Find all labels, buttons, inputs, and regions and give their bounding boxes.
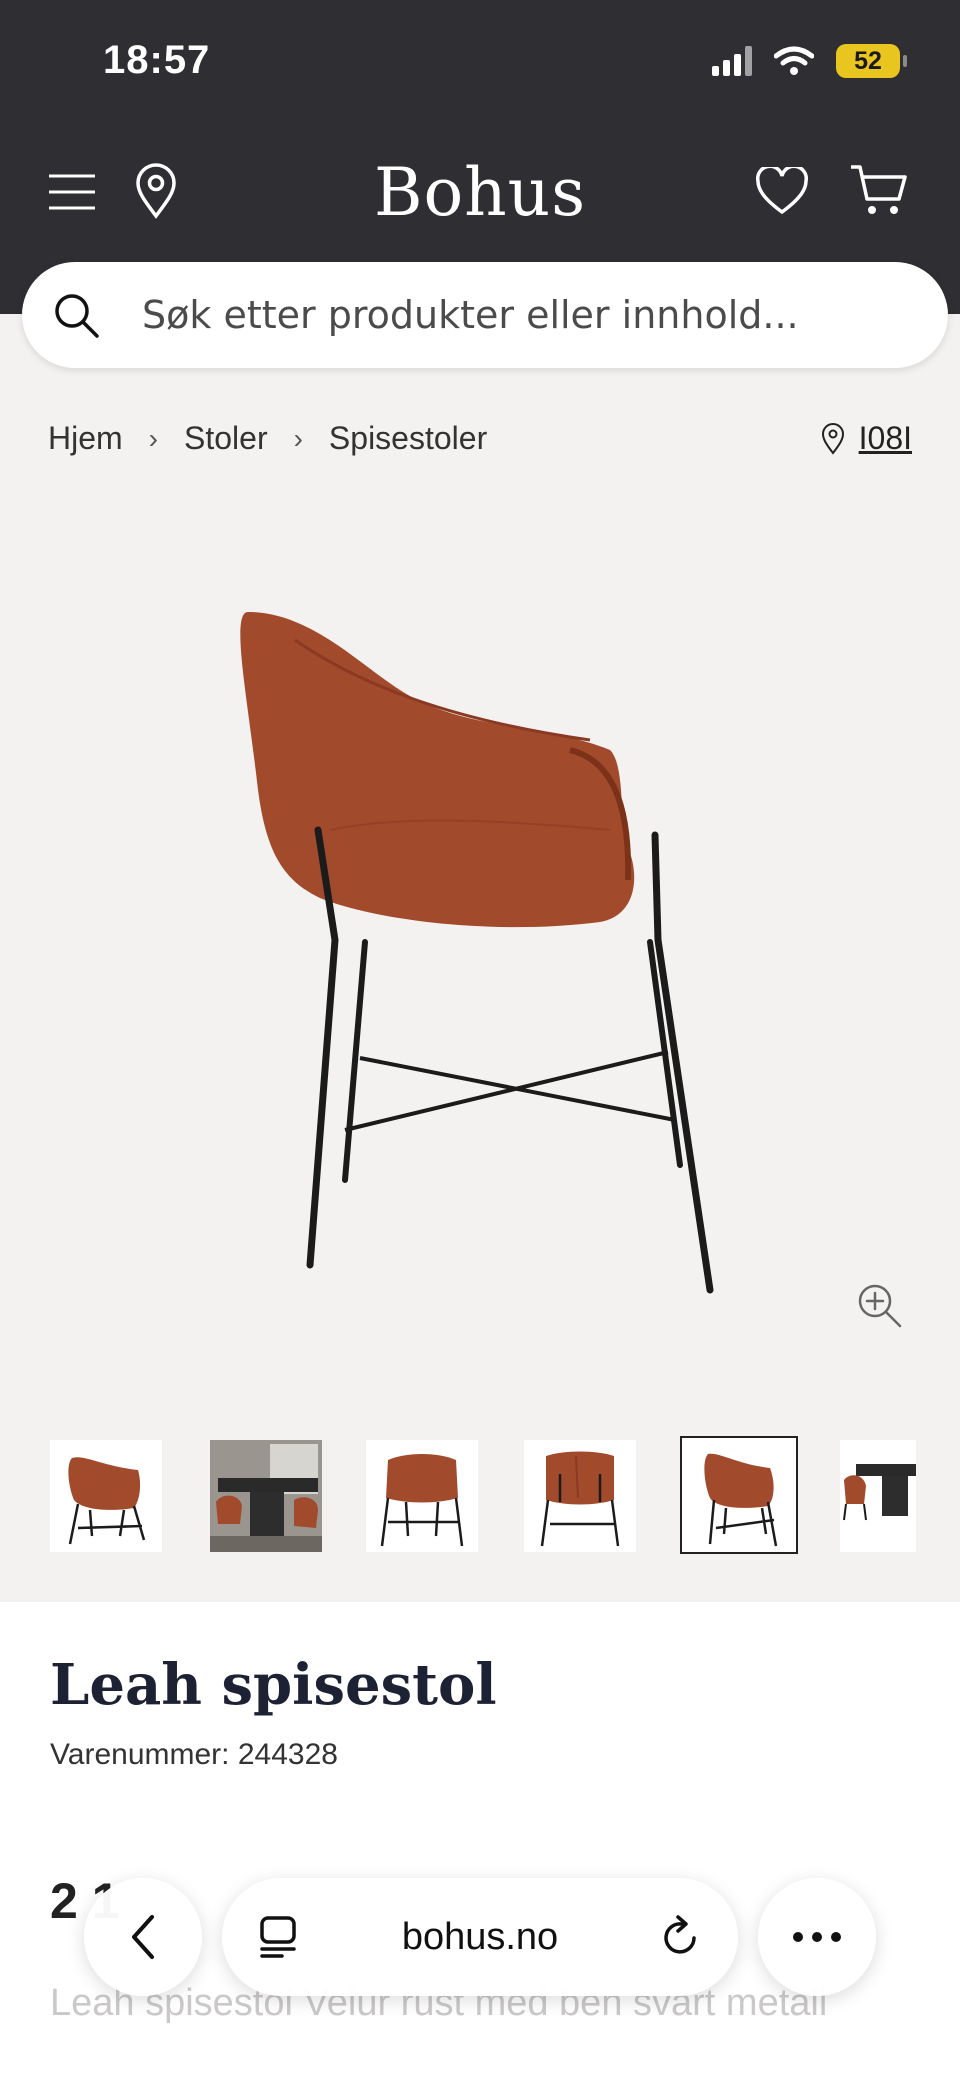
more-options-button[interactable] [758,1878,876,1996]
wifi-icon [774,46,814,75]
store-selector[interactable]: I08I [821,420,912,457]
breadcrumb-item-stoler[interactable]: Stoler [184,420,268,457]
location-pin-icon [821,422,844,455]
search-bar[interactable] [22,262,948,368]
url-text[interactable]: bohus.no [402,1916,558,1959]
search-input[interactable] [140,292,924,338]
product-title: Leah spisestol [50,1652,497,1718]
cart-icon[interactable] [848,162,910,220]
thumbnail-image[interactable] [50,1440,162,1552]
signal-icon [712,46,752,76]
chevron-left-icon [132,1915,154,1959]
zoom-in-icon[interactable] [856,1282,904,1330]
status-icons: 52 [712,44,907,78]
breadcrumb-item-spisestoler[interactable]: Spisestoler [329,420,487,457]
status-bar: 18:57 52 [0,0,960,130]
bohus-logo[interactable]: Bohus [0,154,960,231]
search-icon [55,294,99,338]
heart-icon[interactable] [754,164,810,218]
thumbnail-image[interactable] [840,1440,916,1552]
battery-indicator: 52 [836,44,907,78]
chevron-right-icon: › [293,422,303,454]
thumbnail-image[interactable] [524,1440,636,1552]
back-button[interactable] [84,1878,202,1996]
thumbnail-image[interactable] [210,1440,322,1552]
breadcrumb: Hjem › Stoler › Spisestoler [48,420,487,457]
chevron-right-icon: › [148,422,158,454]
address-bar[interactable]: bohus.no [222,1878,738,1996]
more-icon [793,1932,841,1942]
browser-toolbar: bohus.no [0,1868,960,2008]
reload-icon[interactable] [660,1914,702,1960]
breadcrumb-item-hjem[interactable]: Hjem [48,420,123,457]
store-label: I08I [858,420,912,456]
product-sku: Varenummer: 244328 [50,1738,338,1771]
thumbnail-strip [50,1436,916,1556]
status-time: 18:57 [103,38,211,82]
thumbnail-image[interactable] [366,1440,478,1552]
tabs-overview-icon[interactable] [258,1915,298,1959]
thumbnail-image-active[interactable] [680,1436,798,1554]
product-main-image[interactable] [170,580,770,1310]
